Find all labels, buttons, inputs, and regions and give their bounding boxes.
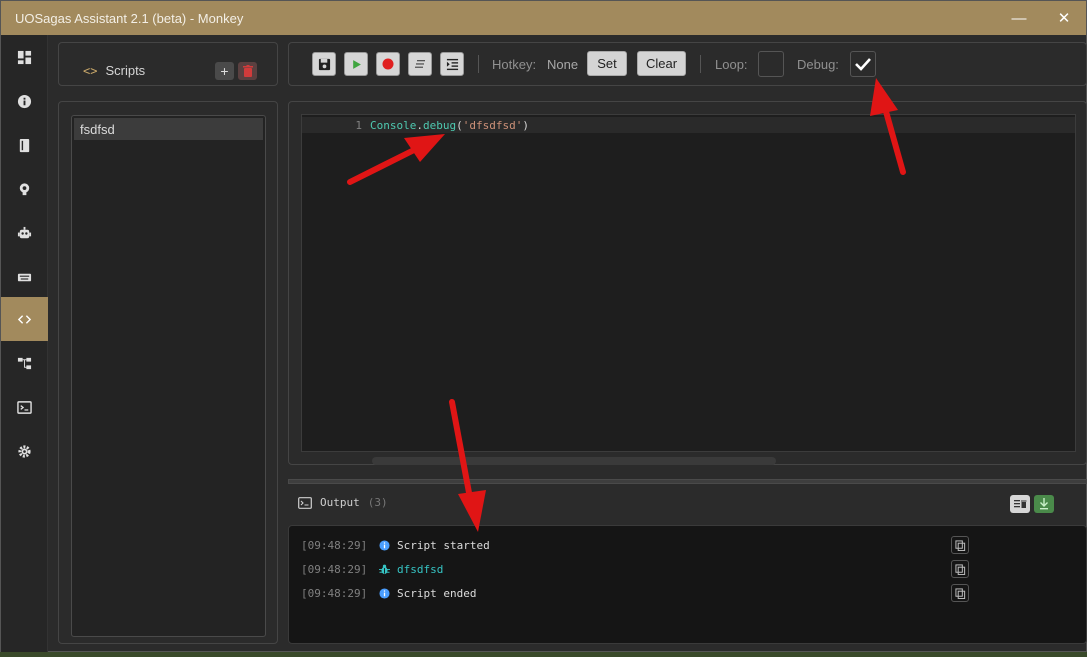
clear-log-icon [1014,500,1027,508]
log-entry: [09:48:29] dfsdfsd [301,560,969,578]
sidebar-item-info[interactable] [1,79,48,123]
info-icon [17,94,32,108]
log-timestamp: [09:48:29] [301,562,368,576]
code-token-function: debug [422,118,457,132]
copy-log-button[interactable] [951,536,969,554]
sidebar-item-scripts[interactable] [1,297,48,341]
clear-hotkey-button[interactable]: Clear [637,51,686,76]
panel-splitter[interactable] [288,479,1087,484]
info-icon [379,587,390,599]
debug-label: Debug: [797,57,839,72]
clear-output-button[interactable] [1010,495,1030,513]
bug-icon [379,564,390,574]
output-count: (3) [367,496,388,509]
record-button[interactable] [376,52,400,76]
hotkey-value: None [547,57,579,72]
loop-checkbox[interactable] [758,51,784,77]
app-window: UOSagas Assistant 2.1 (beta) - Monkey — … [0,0,1087,652]
scripts-list-panel: fsdfsd [58,101,278,644]
line-number: 1 [355,118,362,132]
run-button[interactable] [344,52,368,76]
scripts-header: <> Scripts + [58,42,278,86]
sidebar-item-dashboard[interactable] [1,35,48,79]
output-header: Output (3) [288,489,1087,519]
code-line[interactable]: 1 Console. debug('dfsdfsd') [302,117,1075,133]
copy-icon [954,563,965,575]
indent-icon [446,58,458,70]
code-token-class: Console [370,118,417,132]
debug-checkbox[interactable] [850,51,876,77]
sidebar-item-terminal[interactable] [1,385,48,429]
record-icon [382,58,394,70]
export-output-button[interactable] [1034,495,1054,513]
keyboard-icon [17,273,32,281]
log-timestamp: [09:48:29] [301,538,368,552]
delete-script-button[interactable] [238,62,257,80]
sidebar-item-keyboard[interactable] [1,255,48,299]
checkmark-icon [855,58,871,71]
title-bar[interactable]: UOSagas Assistant 2.1 (beta) - Monkey — … [1,1,1086,35]
scripts-list[interactable]: fsdfsd [71,115,266,637]
save-icon [318,58,330,70]
robot-icon [17,226,32,238]
terminal-icon [298,496,312,509]
editor-panel: 1 Console. debug('dfsdfsd') [288,101,1087,465]
save-button[interactable] [312,52,336,76]
code-icon [17,314,32,324]
book-icon [19,138,30,152]
bulb-icon [19,182,30,195]
output-title: Output (3) [298,496,388,509]
script-item[interactable]: fsdfsd [74,118,263,140]
minimize-button[interactable]: — [999,1,1039,35]
code-editor[interactable]: 1 Console. debug('dfsdfsd') [301,114,1076,465]
sidebar-item-robot[interactable] [1,211,48,255]
code-icon: <> [83,63,98,78]
code-token-dot: . [416,118,423,132]
gear-icon [18,444,31,458]
output-log: [09:48:29] Script started [09:48:29] dfs… [288,525,1087,644]
download-icon [1040,498,1048,510]
toolbar-divider [700,55,701,73]
add-script-button[interactable]: + [215,62,234,80]
log-entry: [09:48:29] Script started [301,536,969,554]
log-message: Script ended [397,586,477,600]
play-icon [352,59,361,69]
scripts-label: Scripts [105,63,146,78]
trash-icon [242,65,253,77]
copy-log-button[interactable] [951,560,969,578]
loop-label: Loop: [715,57,748,72]
script-toolbar: Hotkey: None Set Clear Loop: Debug: [288,42,1087,86]
log-message: Script started [397,538,490,552]
code-token-paren-open: ( [456,118,463,132]
sidebar-item-hierarchy[interactable] [1,341,48,385]
sidebar [1,35,48,652]
hotkey-label: Hotkey: [492,57,537,72]
log-timestamp: [09:48:29] [301,586,368,600]
copy-icon [954,587,965,599]
set-hotkey-button[interactable]: Set [587,51,627,76]
scripts-title: <> Scripts [83,63,145,78]
code-token-paren-close: ) [522,118,529,132]
sidebar-item-bulb[interactable] [1,167,48,211]
copy-icon [954,539,965,551]
format-button[interactable] [408,52,432,76]
plus-icon: + [220,63,229,79]
output-label: Output [320,496,360,509]
toolbar-divider [478,55,479,73]
editor-horizontal-scrollbar[interactable] [372,457,776,465]
code-token-string: 'dfsdfsd' [462,118,523,132]
hierarchy-icon [17,357,32,369]
log-entry: [09:48:29] Script ended [301,584,969,602]
close-button[interactable]: ✕ [1044,1,1084,35]
copy-log-button[interactable] [951,584,969,602]
terminal-icon [17,400,32,414]
sidebar-item-book[interactable] [1,123,48,167]
dashboard-icon [17,50,32,64]
log-message: dfsdfsd [397,562,444,576]
window-title: UOSagas Assistant 2.1 (beta) - Monkey [15,10,244,26]
sidebar-item-settings[interactable] [1,429,48,473]
indent-button[interactable] [440,52,464,76]
lines-icon [415,60,425,68]
info-icon [379,539,390,551]
